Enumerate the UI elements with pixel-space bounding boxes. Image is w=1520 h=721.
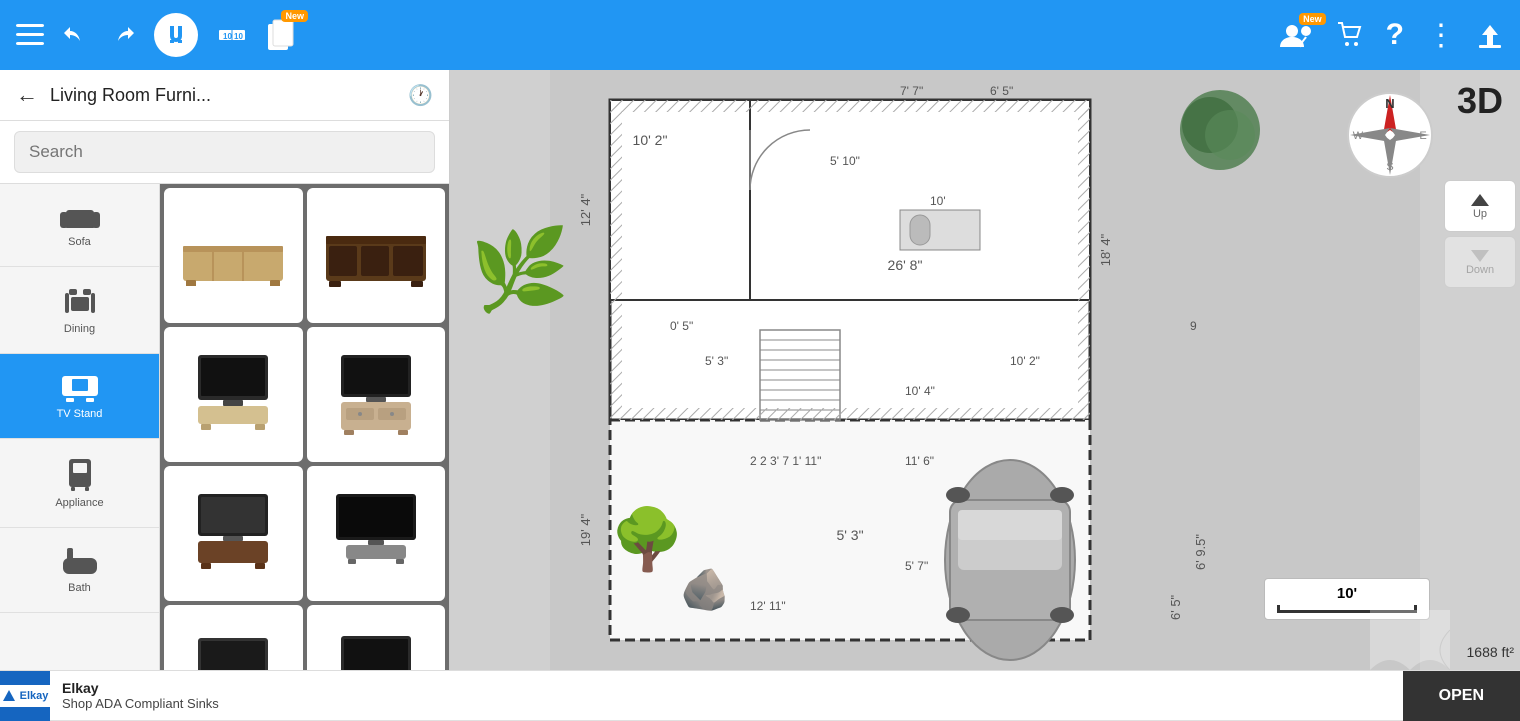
categories-panel: Sofa Dining [0,184,160,670]
up-button[interactable]: Up [1444,180,1516,232]
category-appliance[interactable]: Appliance [0,439,159,528]
search-bar [0,121,449,184]
copy-new-button[interactable]: New [266,18,296,52]
furniture-item-5[interactable] [164,466,303,601]
ad-logo: Elkay [0,671,50,721]
redo-button[interactable] [108,21,136,49]
category-bath-label: Bath [68,582,91,594]
furniture-item-6[interactable] [307,466,446,601]
svg-text:W: W [1353,130,1364,142]
ad-brand-name: Elkay [62,680,1391,696]
furniture-item-2[interactable] [307,188,446,323]
svg-text:5' 10": 5' 10" [830,154,860,168]
page-curl [1370,610,1450,670]
svg-text:5' 3": 5' 3" [836,527,863,543]
new-badge-label: New [281,10,308,22]
svg-text:10: 10 [234,32,243,41]
svg-text:26' 8": 26' 8" [888,257,923,273]
svg-text:12' 4": 12' 4" [578,193,593,226]
main-area: ← Living Room Furni... 🕐 Sofa [0,70,1520,670]
furniture-item-7[interactable] [164,605,303,670]
ad-description: Shop ADA Compliant Sinks [62,696,1391,711]
more-button[interactable]: ⋮ [1426,18,1454,53]
ad-brand-logo: Elkay [20,690,49,702]
ad-text: Elkay Shop ADA Compliant Sinks [50,680,1403,711]
furniture-item-3[interactable] [164,327,303,462]
menu-icon[interactable] [16,24,44,46]
ad-open-button[interactable]: OPEN [1403,671,1520,721]
back-button[interactable]: ← [16,82,38,108]
svg-text:E: E [1419,130,1426,142]
svg-text:5' 3": 5' 3" [705,354,728,368]
svg-text:S: S [1386,161,1393,173]
category-sofa-label: Sofa [68,236,91,248]
category-dining[interactable]: Dining [0,267,159,354]
history-button[interactable]: 🕐 [408,83,433,108]
magnet-button[interactable] [154,13,198,57]
category-bath[interactable]: Bath [0,528,159,613]
category-tvstand-label: TV Stand [57,408,103,420]
compass[interactable]: N S E W [1345,90,1435,180]
category-appliance-label: Appliance [55,497,103,509]
floor-plan: 10' 2" 26' 8" 12' 4" 18' 4" 5' 3" 10' 7"… [450,70,1520,670]
furniture-item-4[interactable] [307,327,446,462]
search-input[interactable] [14,131,435,173]
svg-text:19' 4": 19' 4" [578,513,593,546]
tree-decoration-2: 🌳 [610,510,685,570]
left-panel: ← Living Room Furni... 🕐 Sofa [0,70,450,670]
furniture-item-1[interactable] [164,188,303,323]
tree-decoration-1: 🌿 [470,230,570,310]
panel-header: ← Living Room Furni... 🕐 [0,70,449,121]
ad-logo-inner: Elkay [0,685,54,707]
svg-text:10': 10' [930,194,946,208]
area-label: 1688 ft² [1467,644,1514,660]
category-dining-label: Dining [64,323,95,335]
furniture-item-8[interactable] [307,605,446,670]
tree-decoration-3: 🪨 [680,570,730,610]
svg-text:6' 5": 6' 5" [990,84,1013,98]
category-sofa[interactable]: Sofa [0,184,159,267]
3d-button[interactable]: 3D [1440,80,1520,122]
users-new-badge: New [1299,13,1326,25]
down-button[interactable]: Down [1444,236,1516,288]
upload-button[interactable] [1476,21,1504,49]
ad-banner: Elkay Elkay Shop ADA Compliant Sinks OPE… [0,670,1520,720]
up-label: Up [1473,208,1487,220]
svg-text:2 2 3' 7 1' 11": 2 2 3' 7 1' 11" [750,454,821,468]
svg-text:10: 10 [223,32,232,41]
svg-text:9: 9 [1190,319,1197,333]
furniture-grid [160,184,449,670]
users-new-button[interactable]: New [1280,21,1314,49]
category-tvstand[interactable]: TV Stand [0,354,159,439]
scale-label: 10' [1277,585,1417,602]
down-label: Down [1466,264,1494,276]
panel-title: Living Room Furni... [50,85,396,106]
svg-text:18' 4": 18' 4" [1098,233,1113,266]
measure-button[interactable]: 10 10 [216,19,248,51]
svg-text:12' 11": 12' 11" [750,599,786,613]
svg-text:7' 7": 7' 7" [900,84,923,98]
svg-text:0' 5": 0' 5" [670,319,693,333]
svg-text:N: N [1385,96,1394,111]
toolbar: 10 10 New New [0,0,1520,70]
undo-button[interactable] [62,21,90,49]
help-button[interactable]: ? [1386,18,1404,52]
cart-button[interactable] [1336,21,1364,49]
svg-text:5' 7": 5' 7" [905,559,928,573]
svg-text:11' 6": 11' 6" [905,454,934,468]
content-area: Sofa Dining [0,184,449,670]
svg-text:10' 2": 10' 2" [1010,354,1040,368]
svg-text:6' 9.5": 6' 9.5" [1193,534,1208,570]
view-controls: Up Down [1440,180,1520,288]
svg-text:10' 2": 10' 2" [633,132,668,148]
svg-text:10' 4": 10' 4" [905,384,935,398]
svg-text:6' 5": 6' 5" [1168,594,1183,620]
